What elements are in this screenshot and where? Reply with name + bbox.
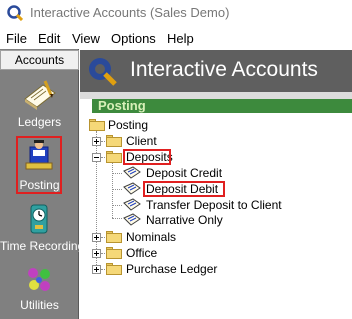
- expand-plus-icon[interactable]: [92, 265, 101, 274]
- deposit-form-icon: [123, 182, 141, 195]
- tree-node-nominals[interactable]: Nominals: [126, 230, 176, 244]
- deposits-highlight: [123, 149, 171, 165]
- tree-node-transfer-deposit[interactable]: Transfer Deposit to Client: [146, 198, 282, 212]
- nav-item-ledgers[interactable]: Ledgers: [0, 77, 79, 133]
- nav-item-utilities[interactable]: Utilities: [0, 263, 79, 319]
- tree-node-narrative-only[interactable]: Narrative Only: [146, 213, 223, 227]
- nav-label-time-recording: Time Recording: [0, 239, 85, 253]
- nav-header-accounts[interactable]: Accounts: [0, 50, 79, 70]
- nav-item-time-recording[interactable]: Time Recording: [0, 201, 85, 259]
- tree-guide-line: [112, 173, 122, 174]
- menu-help[interactable]: Help: [167, 31, 194, 46]
- posting-tree: Posting Client Deposits Deposit Credit D…: [80, 113, 352, 319]
- tree-node-posting[interactable]: Posting: [108, 118, 148, 132]
- tree-guide-line: [96, 131, 97, 267]
- ledger-icon: [24, 80, 56, 110]
- tree-node-client[interactable]: Client: [126, 134, 157, 148]
- menu-file[interactable]: File: [6, 31, 27, 46]
- clock-icon: [30, 204, 48, 234]
- folder-icon: [106, 135, 122, 147]
- utilities-icon: [28, 268, 50, 291]
- window-title: Interactive Accounts (Sales Demo): [30, 5, 230, 20]
- tree-guide-line: [112, 218, 122, 219]
- folder-icon: [106, 231, 122, 243]
- panel-header: Posting: [92, 98, 352, 113]
- expand-plus-icon[interactable]: [92, 137, 101, 146]
- left-navigation: Accounts Ledgers Posting Time Recording …: [0, 49, 85, 319]
- menu-view[interactable]: View: [72, 31, 100, 46]
- folder-open-icon: [89, 119, 105, 131]
- tree-guide-line: [112, 189, 122, 190]
- panel-title: Posting: [98, 98, 146, 113]
- tree-guide-line: [112, 163, 113, 218]
- folder-icon: [106, 263, 122, 275]
- expand-plus-icon[interactable]: [92, 249, 101, 258]
- nav-label-utilities: Utilities: [20, 298, 59, 312]
- tree-node-office[interactable]: Office: [126, 246, 157, 260]
- deposit-form-icon: [123, 198, 141, 211]
- deposit-debit-highlight: [143, 181, 225, 197]
- folder-open-icon: [106, 151, 122, 163]
- title-bar[interactable]: Interactive Accounts (Sales Demo): [0, 0, 352, 26]
- app-logo-icon: [89, 58, 117, 86]
- collapse-minus-icon[interactable]: [92, 153, 101, 162]
- tree-guide-line: [112, 205, 122, 206]
- deposit-form-icon: [123, 213, 141, 226]
- nav-label-ledgers: Ledgers: [17, 115, 62, 129]
- tree-node-deposit-credit[interactable]: Deposit Credit: [146, 166, 222, 180]
- menu-options[interactable]: Options: [111, 31, 156, 46]
- posting-selection-highlight: [16, 136, 62, 194]
- folder-icon: [106, 247, 122, 259]
- app-logo-icon: [7, 5, 23, 21]
- tree-node-purchase-ledger[interactable]: Purchase Ledger: [126, 262, 217, 276]
- menu-edit[interactable]: Edit: [38, 31, 60, 46]
- menu-bar: File Edit View Options Help: [0, 29, 352, 49]
- expand-plus-icon[interactable]: [92, 233, 101, 242]
- deposit-form-icon: [123, 166, 141, 179]
- main-header: Interactive Accounts: [80, 50, 352, 92]
- main-title: Interactive Accounts: [130, 58, 318, 81]
